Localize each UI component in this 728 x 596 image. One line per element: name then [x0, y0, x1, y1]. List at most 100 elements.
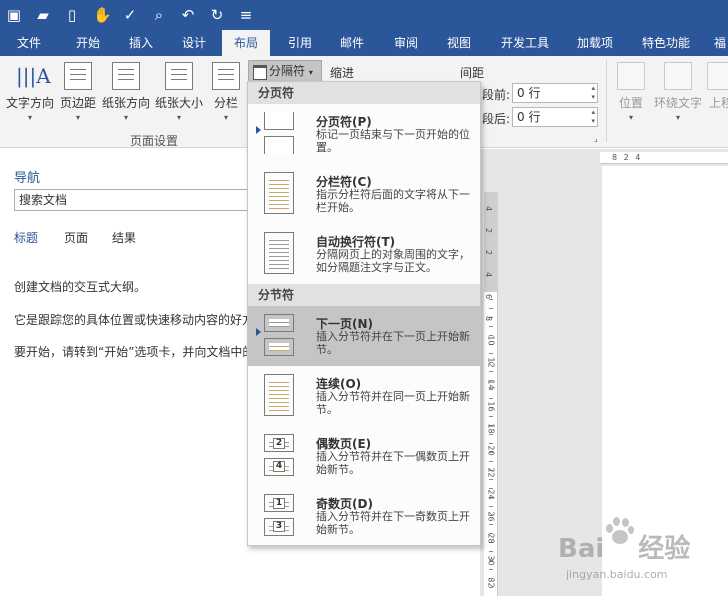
- nav-help-text-2: 它是跟踪您的具体位置或快速移动内容的好方法。: [14, 313, 248, 327]
- position-icon: [617, 62, 645, 90]
- size-button[interactable]: 纸张大小 ▾: [154, 60, 204, 122]
- tab-home[interactable]: 开始: [64, 30, 112, 56]
- nav-help-text-3: 要开始，请转到“开始”选项卡，并向文档中的标题应用标题样式。: [14, 345, 248, 359]
- watermark-brand: Bai 经验: [558, 528, 690, 565]
- wrap-text-icon: [664, 62, 692, 90]
- menu-item-continuous[interactable]: 连续(O) 插入分节符并在同一页上开始新节。: [248, 366, 480, 426]
- menu-item-next-page[interactable]: 下一页(N) 插入分节符并在下一页上开始新节。: [248, 306, 480, 366]
- search-input[interactable]: 搜索文档: [14, 189, 248, 211]
- breaks-button[interactable]: 分隔符 ▾: [248, 60, 322, 82]
- position-button[interactable]: 位置 ▾: [614, 60, 648, 122]
- new-document-icon[interactable]: ▯: [64, 0, 80, 30]
- menu-item-page-break[interactable]: 分页符(P) 标记一页结束与下一页开始的位置。: [248, 104, 480, 164]
- text-wrapping-break-icon: [264, 232, 296, 274]
- tab-more[interactable]: 福: [712, 30, 728, 56]
- ribbon-tabs: 文件 开始 插入 设计 布局 引用 邮件 审阅 视图 开发工具 加载项 特色功能…: [0, 30, 728, 56]
- ruler-number: 12: [486, 357, 496, 368]
- text-direction-button[interactable]: |||A 文字方向 ▾: [4, 60, 56, 122]
- page-number-badge: 1: [273, 498, 285, 509]
- spacing-after-label: 段后:: [482, 112, 511, 126]
- ruler-number: 24: [486, 489, 496, 500]
- ruler-number: 22: [486, 467, 496, 478]
- spelling-check-icon[interactable]: ✓: [122, 0, 138, 30]
- menu-item-description: 插入分节符并在同一页上开始新节。: [316, 390, 470, 416]
- selection-arrow-icon: [256, 328, 261, 336]
- tab-mailings[interactable]: 邮件: [328, 30, 376, 56]
- nav-tab-results[interactable]: 结果: [112, 229, 136, 246]
- margins-label: 页边距: [59, 96, 96, 110]
- redo-icon[interactable]: ↻: [209, 0, 225, 30]
- columns-icon: [212, 62, 240, 90]
- tab-addins[interactable]: 加载项: [570, 30, 620, 56]
- spacing-after-input[interactable]: 0 行: [512, 107, 598, 127]
- tab-view[interactable]: 视图: [435, 30, 483, 56]
- save-icon[interactable]: ▣: [6, 0, 22, 30]
- spacing-before-input[interactable]: 0 行: [512, 83, 598, 103]
- chevron-down-icon: ▾: [27, 113, 32, 122]
- undo-icon[interactable]: ↶: [180, 0, 196, 30]
- menu-item-text-wrapping-break[interactable]: 自动换行符(T) 分隔网页上的对象周围的文字，如分隔题注文字与正文。: [248, 224, 480, 284]
- tab-layout[interactable]: 布局: [222, 30, 270, 56]
- size-icon: [165, 62, 193, 90]
- menu-item-column-break[interactable]: 分栏符(C) 指示分栏符后面的文字将从下一栏开始。: [248, 164, 480, 224]
- ruler-number: 14: [486, 379, 496, 390]
- bring-forward-icon: [707, 62, 728, 90]
- text-direction-icon: |||A: [16, 64, 51, 88]
- nav-help-text-1: 创建文档的交互式大纲。: [14, 280, 147, 294]
- orientation-button[interactable]: 纸张方向 ▾: [100, 60, 152, 122]
- dialog-launcher-icon[interactable]: ⌟: [594, 134, 598, 143]
- ruler-number: 4: [484, 271, 494, 278]
- menu-item-description: 插入分节符并在下一偶数页上开始新节。: [316, 450, 470, 476]
- tab-insert[interactable]: 插入: [117, 30, 165, 56]
- menu-item-odd-page[interactable]: 1 3 奇数页(D) 插入分节符并在下一奇数页上开始新节。: [248, 486, 480, 546]
- chevron-down-icon: ▾: [628, 113, 633, 122]
- menu-item-description: 标记一页结束与下一页开始的位置。: [316, 128, 470, 154]
- continuous-icon: [264, 374, 296, 416]
- wrap-text-label: 环绕文字: [653, 96, 702, 110]
- print-preview-icon[interactable]: ⌕: [151, 0, 167, 30]
- bring-forward-button[interactable]: 上移: [706, 60, 728, 111]
- chevron-down-icon: ▾: [123, 113, 128, 122]
- menu-item-description: 插入分节符并在下一奇数页上开始新节。: [316, 510, 470, 536]
- tab-design[interactable]: 设计: [170, 30, 218, 56]
- columns-button[interactable]: 分栏 ▾: [210, 60, 242, 122]
- page-number-badge: 3: [273, 521, 285, 532]
- tab-file[interactable]: 文件: [6, 30, 52, 56]
- menu-item-description: 分隔网页上的对象周围的文字，如分隔题注文字与正文。: [316, 248, 470, 274]
- tab-features[interactable]: 特色功能: [636, 30, 696, 56]
- customize-icon[interactable]: ≡: [238, 0, 254, 30]
- orientation-icon: [112, 62, 140, 90]
- tab-references[interactable]: 引用: [276, 30, 324, 56]
- ruler-number: 2: [484, 227, 494, 234]
- nav-tab-headings[interactable]: 标题: [14, 229, 38, 246]
- open-folder-icon[interactable]: ▰: [35, 0, 51, 30]
- tab-review[interactable]: 审阅: [382, 30, 430, 56]
- page-number-badge: 2: [273, 438, 285, 449]
- chevron-down-icon: ▾: [675, 113, 680, 122]
- horizontal-ruler[interactable]: 8 2 4: [600, 152, 728, 164]
- margins-button[interactable]: 页边距 ▾: [58, 60, 98, 122]
- section-header-section-breaks: 分节符: [248, 284, 480, 306]
- size-label: 纸张大小: [154, 96, 203, 110]
- tab-developer[interactable]: 开发工具: [494, 30, 556, 56]
- selection-arrow-icon: [256, 126, 261, 134]
- group-label-page-setup: 页面设置: [130, 134, 179, 148]
- watermark-url: jingyan.baidu.com: [566, 568, 668, 581]
- ruler-number: 18: [486, 423, 496, 434]
- section-header-page-breaks: 分页符: [248, 82, 480, 104]
- ruler-number: 16: [486, 401, 496, 412]
- page-break-icon: [264, 112, 296, 154]
- wrap-text-button[interactable]: 环绕文字 ▾: [652, 60, 704, 122]
- menu-item-description: 插入分节符并在下一页上开始新节。: [316, 330, 470, 356]
- quick-access-toolbar: ▣ ▰ ▯ ✋ ✓ ⌕ ↶ ↻ ≡: [0, 0, 728, 30]
- odd-page-icon: 1 3: [264, 494, 296, 536]
- menu-item-even-page[interactable]: 2 4 偶数页(E) 插入分节符并在下一偶数页上开始新节。: [248, 426, 480, 486]
- ruler-number: 26: [486, 511, 496, 522]
- text-direction-label: 文字方向: [5, 96, 54, 110]
- ruler-number: 2: [484, 249, 494, 256]
- breaks-label: 分隔符: [269, 64, 306, 78]
- menu-item-description: 指示分栏符后面的文字将从下一栏开始。: [316, 188, 470, 214]
- ruler-number: 10: [486, 335, 496, 346]
- touch-mode-icon[interactable]: ✋: [93, 0, 112, 30]
- nav-tab-pages[interactable]: 页面: [64, 229, 88, 246]
